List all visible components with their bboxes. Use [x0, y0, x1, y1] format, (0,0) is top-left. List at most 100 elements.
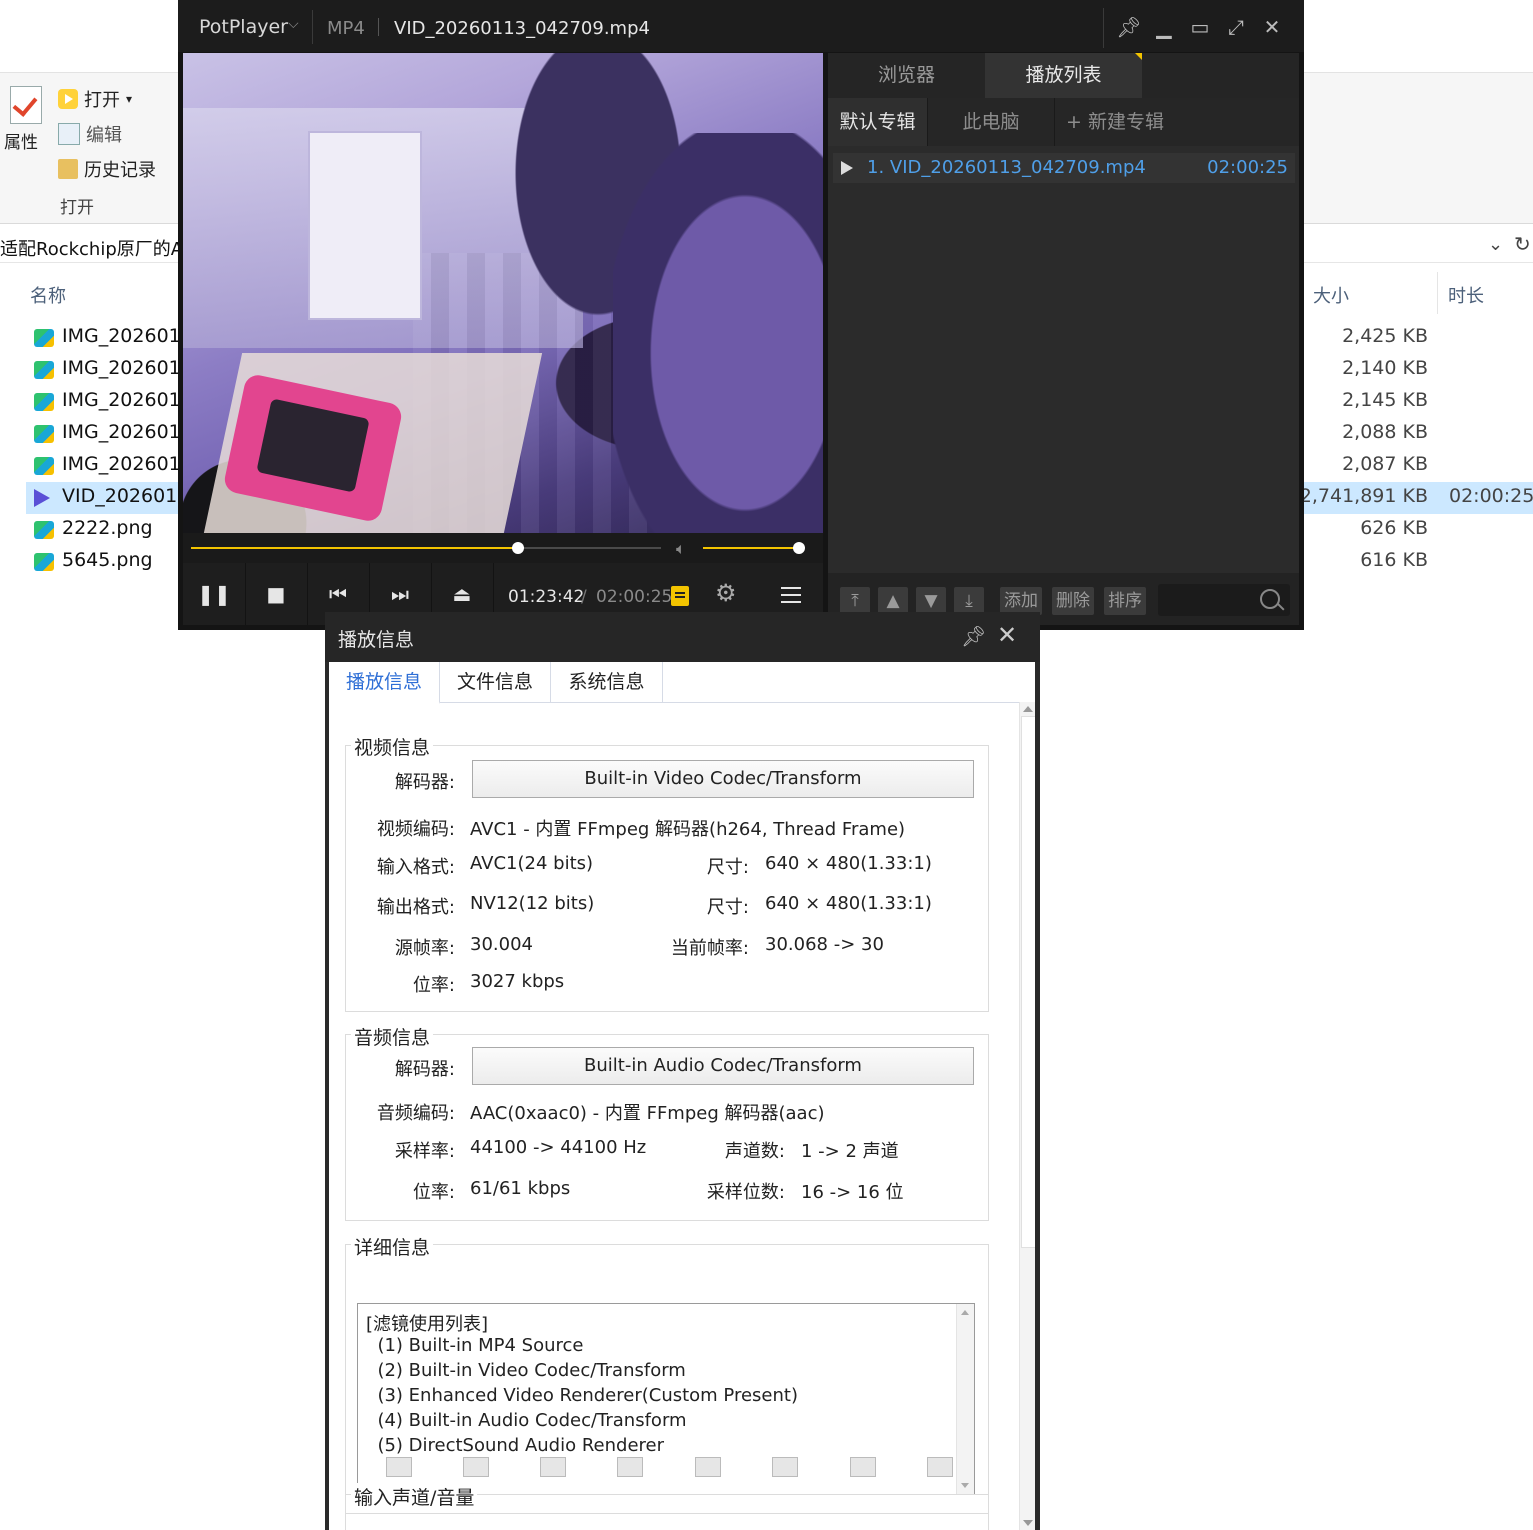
source-fps-label: 源帧率:	[394, 938, 455, 959]
seek-slider[interactable]	[191, 542, 661, 554]
dialog-body: 播放信息 文件信息 系统信息 视频信息 解码器: Built-in Video …	[329, 662, 1035, 1530]
column-header-size[interactable]: 大小	[1313, 282, 1349, 308]
sample-rate-value: 44100 -> 44100 Hz	[470, 1137, 647, 1158]
media-filename: VID_20260113_042709.mp4	[394, 18, 650, 39]
output-size-value: 640 × 480(1.33:1)	[765, 893, 932, 914]
close-icon[interactable]: ✕	[997, 621, 1017, 649]
file-name: IMG_2026011	[62, 325, 193, 347]
volume-handle[interactable]	[793, 542, 805, 554]
move-top-icon[interactable]: ⤒	[840, 587, 870, 615]
add-button[interactable]: 添加	[1000, 587, 1042, 615]
address-path: 适配Rockchip原厂的A	[0, 239, 184, 260]
playlist-tabs: 浏览器 播放列表	[828, 53, 1299, 98]
input-format-value: AVC1(24 bits)	[470, 853, 594, 874]
playlist-search-input[interactable]	[1158, 584, 1290, 616]
tab-system-info[interactable]: 系统信息	[551, 662, 663, 702]
scroll-down-icon[interactable]	[961, 1483, 969, 1488]
dialog-title-bar: 播放信息 📌︎ ✕	[325, 612, 1040, 662]
menu-icon[interactable]	[781, 587, 801, 589]
time-separator: /	[581, 587, 587, 607]
sample-bits-value: 16 -> 16 位	[801, 1182, 904, 1203]
maximize-icon[interactable]: ▭	[1187, 14, 1213, 40]
playlist-panel: 浏览器 播放列表 默认专辑 此电脑 + 新建专辑 1. VID_20260113…	[828, 53, 1299, 573]
file-name: IMG_2026011	[62, 357, 193, 379]
pin-icon[interactable]: 📌︎	[961, 624, 986, 648]
move-bottom-icon[interactable]: ⤓	[954, 587, 984, 615]
album-tabs: 默认专辑 此电脑 + 新建专辑	[828, 98, 1299, 146]
tab-file-info[interactable]: 文件信息	[440, 662, 551, 702]
player-brand[interactable]: PotPlayer	[199, 16, 288, 38]
tab-default-album[interactable]: 默认专辑	[828, 98, 927, 146]
file-name: 5645.png	[62, 549, 153, 571]
delete-button[interactable]: 删除	[1052, 587, 1094, 615]
tab-playlist[interactable]: 播放列表	[985, 53, 1142, 98]
open-button[interactable]: 打开 ▾	[58, 86, 132, 112]
video-frame[interactable]	[183, 53, 823, 533]
dialog-scrollbar[interactable]	[1019, 702, 1035, 1530]
scroll-down-icon[interactable]	[1023, 1520, 1033, 1526]
history-button[interactable]: 历史记录	[58, 156, 156, 182]
input-size-label: 尺寸:	[706, 857, 749, 878]
minimize-icon[interactable]: ▁	[1151, 14, 1177, 40]
column-header-name[interactable]: 名称	[30, 282, 66, 308]
audio-decoder-button[interactable]: Built-in Audio Codec/Transform	[472, 1047, 974, 1085]
fullscreen-icon[interactable]: ⤢	[1223, 14, 1249, 40]
edit-button[interactable]: 编辑	[58, 121, 122, 147]
chevron-down-icon[interactable]: ⌵	[288, 16, 299, 32]
input-channels-title: 输入声道/音量	[351, 1483, 478, 1510]
detail-info-title: 详细信息	[351, 1233, 434, 1260]
playlist-item[interactable]: 1. VID_20260113_042709.mp4 02:00:25	[833, 153, 1295, 183]
tab-browser[interactable]: 浏览器	[828, 53, 985, 98]
file-name: IMG_2026011	[62, 389, 193, 411]
channel-meter	[617, 1457, 643, 1477]
channel-meter	[463, 1457, 489, 1477]
pause-icon[interactable]: ❚❚	[183, 563, 246, 625]
video-scene-blanket	[613, 133, 823, 533]
tab-playback-info[interactable]: 播放信息	[329, 662, 440, 704]
source-fps-value: 30.004	[470, 934, 533, 955]
video-scene-cabinet	[308, 131, 422, 320]
gear-icon[interactable]: ⚙	[715, 579, 737, 607]
edit-label: 编辑	[86, 125, 122, 146]
detail-textbox[interactable]: [滤镜使用列表] (1) Built-in MP4 Source (2) Bui…	[357, 1303, 975, 1495]
current-time: 01:23:42	[508, 587, 585, 607]
image-file-icon	[34, 361, 54, 379]
new-album-button[interactable]: + 新建专辑	[1055, 98, 1175, 146]
column-header-duration[interactable]: 时长	[1448, 282, 1484, 308]
open-dropdown-icon[interactable]: ▾	[126, 92, 132, 106]
chevron-down-icon[interactable]: ⌄	[1488, 234, 1503, 255]
video-decoder-button[interactable]: Built-in Video Codec/Transform	[472, 760, 974, 798]
column-separator[interactable]	[1437, 272, 1438, 314]
move-up-icon[interactable]: ▲	[878, 587, 908, 615]
pin-icon[interactable]: 📌︎	[1116, 14, 1142, 40]
title-divider	[312, 10, 313, 44]
video-info-title: 视频信息	[351, 733, 434, 760]
image-file-icon	[34, 329, 54, 347]
image-file-icon	[34, 425, 54, 443]
tab-this-pc[interactable]: 此电脑	[928, 98, 1054, 146]
channel-meter	[850, 1457, 876, 1477]
scroll-up-icon[interactable]	[1023, 706, 1033, 712]
active-tab-marker	[1135, 53, 1142, 60]
volume-icon[interactable]: 🔈︎	[676, 539, 686, 559]
move-down-icon[interactable]: ▼	[916, 587, 946, 615]
title-divider	[378, 18, 379, 36]
search-icon[interactable]	[1260, 589, 1280, 609]
channel-meter	[386, 1457, 412, 1477]
close-icon[interactable]: ✕	[1259, 14, 1285, 40]
video-file-icon	[34, 489, 50, 507]
stop-icon[interactable]: ■	[245, 563, 308, 625]
detail-scrollbar[interactable]	[956, 1304, 974, 1494]
seek-handle[interactable]	[512, 542, 525, 554]
scroll-up-icon[interactable]	[961, 1310, 969, 1315]
subtitle-icon[interactable]	[671, 586, 689, 606]
video-codec-value: AVC1 - 内置 FFmpeg 解码器(h264, Thread Frame)	[470, 819, 906, 840]
total-time: 02:00:25	[596, 587, 673, 607]
sort-button[interactable]: 排序	[1104, 587, 1146, 615]
refresh-icon[interactable]: ↻	[1514, 232, 1531, 256]
audio-bitrate-value: 61/61 kbps	[470, 1178, 571, 1199]
properties-button[interactable]: 属性	[4, 86, 48, 153]
scroll-thumb[interactable]	[1021, 716, 1035, 1248]
video-bitrate-value: 3027 kbps	[470, 971, 565, 992]
volume-slider[interactable]	[703, 542, 805, 554]
